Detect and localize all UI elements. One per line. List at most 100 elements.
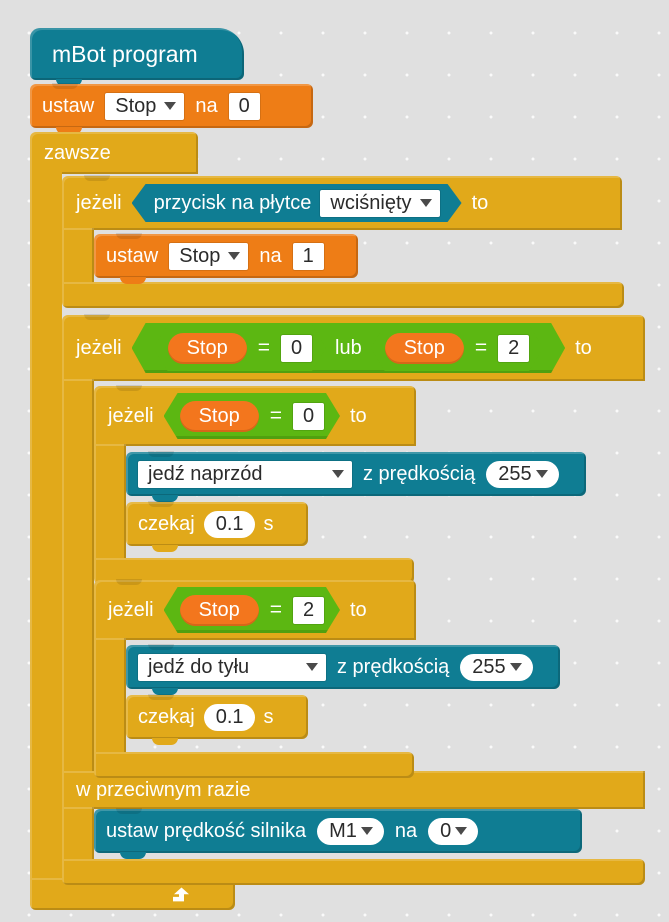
comparator-label: = [269,598,282,621]
set-verb-label: ustaw [106,245,159,267]
block-notch [52,83,78,89]
block-tab [152,738,178,745]
button-state-value: wciśnięty [330,191,412,214]
block-notch [148,451,174,457]
if-keyword-label: jeżeli [76,337,122,359]
block-canvas[interactable]: mBot program ustaw Stop na 0 zawsze jeże… [0,0,669,922]
wait-verb-label: czekaj [138,706,195,728]
motor-port-dropdown[interactable]: M1 [317,817,384,845]
drive-speed-dropdown[interactable]: 255 [486,460,559,488]
drive-direction-value: jedź naprzód [148,462,263,485]
chevron-down-icon [535,469,548,478]
wait-duration-input[interactable]: 0.1 [203,510,255,538]
boolean-equals-stop-2[interactable]: Stop = 2 [164,587,340,633]
comparator-label: = [257,336,270,359]
variable-dropdown-stop[interactable]: Stop [169,242,249,270]
set-connector-label: na [195,95,218,117]
if-keyword-label: jeżeli [76,192,122,214]
if-then-label: to [575,337,592,359]
drive-direction-dropdown[interactable]: jedź do tyłu [138,653,326,681]
set-value-input[interactable]: 1 [292,242,324,270]
variable-reporter-stop[interactable]: Stop [168,333,247,364]
compare-value-input[interactable]: 2 [498,335,529,362]
drive-speed-dropdown[interactable]: 255 [460,653,533,681]
block-notch [116,233,142,239]
motor-connector-label: na [394,820,418,842]
button-state-dropdown[interactable]: wciśnięty [320,190,439,217]
if-keyword-label: jeżeli [108,599,154,621]
boolean-or-operator[interactable]: Stop = 0 lub Stop = 2 [132,323,566,373]
wait-unit-label: s [263,513,274,535]
block-notch [148,694,174,700]
set-connector-label: na [259,245,282,267]
motor-verb-label: ustaw prędkość silnika [106,820,307,842]
chevron-down-icon [420,199,432,207]
drive-direction-value: jedź do tyłu [148,655,250,678]
if-then-label: to [471,192,489,214]
variable-reporter-stop[interactable]: Stop [180,401,259,432]
forever-left-spine [30,170,62,882]
block-notch [148,501,174,507]
block-notch [116,808,142,814]
chevron-down-icon [164,101,177,110]
set-variable-stop-0-block[interactable]: ustaw Stop na 0 [30,83,313,134]
compare-value-input[interactable]: 2 [293,597,324,624]
wait-block-backward[interactable]: czekaj 0.1 s [126,694,308,745]
forever-label: zawsze [44,142,111,164]
variable-reporter-stop[interactable]: Stop [385,333,464,364]
variable-reporter-stop[interactable]: Stop [180,595,259,626]
wait-block-forward[interactable]: czekaj 0.1 s [126,501,308,552]
block-tab [152,545,178,552]
compare-value-input[interactable]: 0 [281,335,312,362]
boolean-equals-stop-0[interactable]: Stop = 0 [164,393,340,439]
forever-header: zawsze [30,132,111,174]
wait-unit-label: s [263,706,274,728]
wait-verb-label: czekaj [138,513,195,535]
if-stop-2-left-spine [94,638,126,754]
motor-port-value: M1 [329,819,357,842]
drive-speed-value: 255 [472,655,506,678]
if-keyword-label: jeżeli [108,405,154,427]
drive-connector-label: z prędkością [337,656,450,678]
drive-speed-value: 255 [498,462,532,485]
comparator-label: = [269,404,282,427]
boolean-button-on-board[interactable]: przycisk na płytce wciśnięty [132,184,462,222]
drive-connector-label: z prędkością [363,463,476,485]
set-verb-label: ustaw [42,95,95,117]
variable-dropdown-stop[interactable]: Stop [105,92,185,120]
comparator-label: = [474,336,488,359]
chevron-down-icon [332,469,344,478]
if-stop-0-left-spine [94,444,126,560]
drive-forward-block[interactable]: jedź naprzód z prędkością 255 [126,451,586,502]
else-label: w przeciwnym razie [76,779,251,801]
set-variable-stop-1-block[interactable]: ustaw Stop na 1 [94,233,358,284]
boolean-equals-left[interactable]: Stop = 0 [154,325,326,371]
motor-speed-value: 0 [440,819,452,842]
forever-loop-block[interactable]: zawsze [30,132,198,174]
chevron-down-icon [360,826,373,835]
motor-speed-dropdown[interactable]: 0 [428,817,479,845]
set-motor-speed-block[interactable]: ustaw prędkość silnika M1 na 0 [94,808,582,859]
hat-block-mbot-program[interactable]: mBot program [30,28,244,86]
if-stop-equals-0-header: jeżeli Stop = 0 to [94,386,367,446]
if-button-left-spine [62,228,94,284]
chevron-down-icon [455,826,468,835]
chevron-down-icon [509,662,522,671]
if-stop-2-bottom-bar [94,752,414,778]
if-else-main-header: jeżeli Stop = 0 lub Stop = 2 to [62,315,592,381]
if-then-label: to [350,599,367,621]
drive-direction-dropdown[interactable]: jedź naprzód [138,460,352,488]
variable-dropdown-value: Stop [115,94,157,117]
if-button-pressed-header: jeżeli przycisk na płytce wciśnięty to [62,176,488,230]
boolean-text-label: przycisk na płytce [153,191,312,214]
loop-arrow-icon [173,887,189,902]
set-value-input[interactable]: 0 [228,92,260,120]
variable-dropdown-value: Stop [179,244,221,267]
boolean-equals-right[interactable]: Stop = 2 [371,325,543,371]
if-else-main-left-spine [62,379,94,773]
block-notch [148,644,174,650]
wait-duration-input[interactable]: 0.1 [203,703,255,731]
drive-backward-block[interactable]: jedź do tyłu z prędkością 255 [126,644,560,695]
compare-value-input[interactable]: 0 [293,403,324,430]
if-stop-equals-2-header: jeżeli Stop = 2 to [94,580,367,640]
